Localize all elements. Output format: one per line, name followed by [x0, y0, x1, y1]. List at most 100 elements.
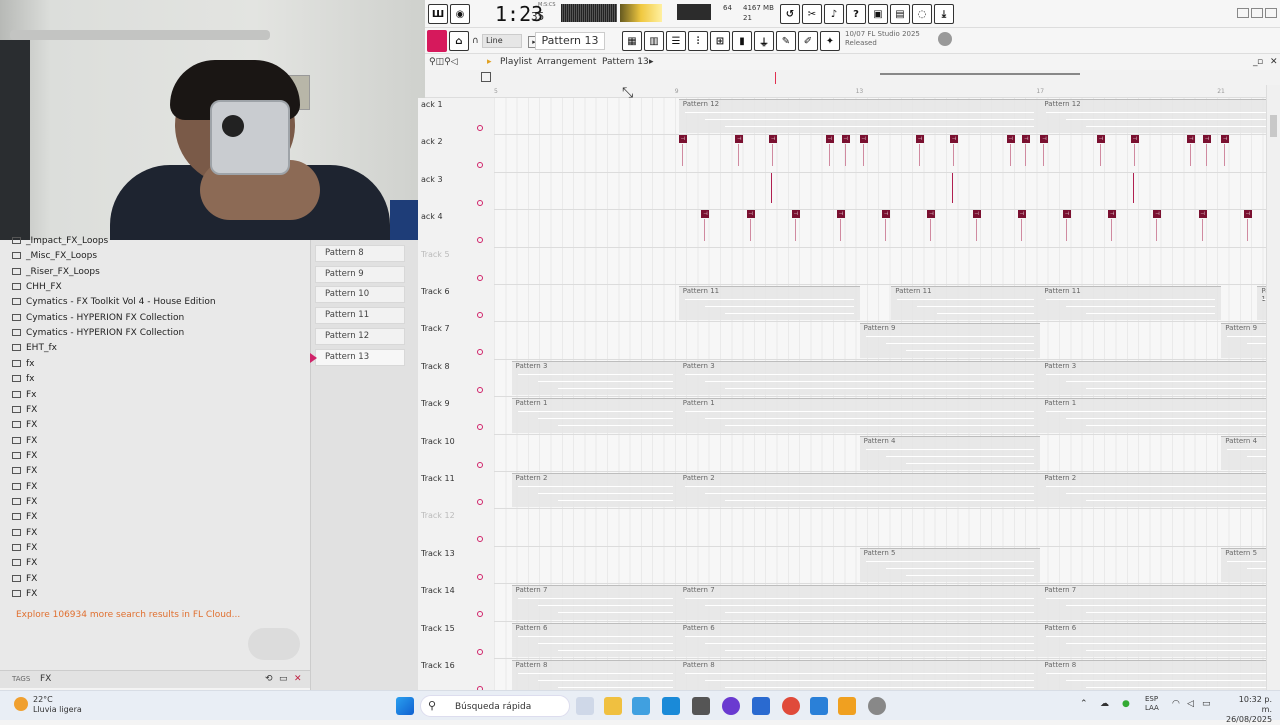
pattern-clip[interactable]: Pattern 3 — [1040, 360, 1275, 396]
track-label[interactable]: Track 8 — [421, 362, 450, 371]
audio-hit[interactable]: ⊣ — [1063, 210, 1071, 219]
audio-hit[interactable]: ⊣ — [791, 210, 800, 219]
audio-hit[interactable]: ⊣ — [1221, 135, 1230, 144]
track-record-icon[interactable] — [477, 386, 483, 393]
pattern-clip[interactable]: Pattern 6 — [511, 622, 679, 657]
horizontal-scrollbar[interactable] — [880, 73, 1080, 75]
track-record-icon[interactable] — [477, 573, 483, 580]
pattern-item[interactable]: Pattern 11 — [315, 307, 405, 325]
audio-hit[interactable]: ⊣ — [1108, 210, 1117, 219]
clock[interactable]: 10:32 p. m. 26/08/2025 — [1226, 695, 1272, 725]
audio-hit[interactable]: ⊣ — [950, 135, 958, 144]
pattern-clip[interactable]: Pattern 7 — [678, 585, 1041, 620]
audio-hit[interactable]: ⊣ — [972, 210, 981, 219]
audio-hit[interactable]: ⊣ — [1017, 210, 1026, 219]
mic-icon[interactable]: ♪ — [824, 4, 844, 24]
marketplace-icon[interactable]: ✦ — [820, 31, 840, 51]
plug-icon[interactable]: ⏚ — [754, 31, 774, 51]
vertical-scrollbar[interactable] — [1266, 85, 1280, 690]
audio-hit[interactable]: ⊣ — [735, 135, 744, 144]
browser-folder[interactable]: FX — [12, 497, 37, 507]
audio-waveform[interactable] — [1132, 172, 1134, 203]
tempo-icon[interactable]: ◉ — [450, 4, 470, 24]
pattern-clip[interactable]: Pattern 11 — [678, 286, 860, 321]
pattern-clip[interactable]: Pattern 1 — [1040, 398, 1275, 433]
audio-hit[interactable]: ⊣ — [916, 135, 925, 144]
track-record-icon[interactable] — [477, 648, 483, 655]
track-record-icon[interactable] — [477, 424, 483, 431]
browser-folder[interactable]: fx — [12, 374, 35, 384]
audio-hit[interactable]: ⊣ — [1203, 135, 1212, 144]
browser-folder[interactable]: FX — [12, 528, 37, 538]
app-icon[interactable] — [752, 697, 770, 715]
pattern-item[interactable]: Pattern 12 — [315, 327, 405, 345]
weather-widget[interactable]: 22°C Lluvia ligera — [33, 695, 82, 715]
browser-folder[interactable]: FX — [12, 420, 37, 430]
pattern-clip[interactable]: Pattern 2 — [1040, 473, 1275, 508]
track-label[interactable]: ack 1 — [421, 100, 443, 109]
audio-hit[interactable]: ⊣ — [1130, 135, 1139, 144]
browser-folder[interactable]: Cymatics - HYPERION FX Collection — [12, 328, 184, 338]
minimize-button[interactable] — [1237, 8, 1249, 18]
browser-folder[interactable]: fx — [12, 359, 35, 369]
pattern-clip[interactable]: Pattern 2 — [678, 473, 1041, 508]
store-icon[interactable] — [692, 697, 710, 715]
browser-folder[interactable]: FX — [12, 512, 37, 522]
audio-hit[interactable]: ⊣ — [825, 135, 834, 144]
track-record-icon[interactable] — [477, 312, 483, 318]
track-label[interactable]: ack 2 — [421, 137, 443, 146]
track-record-icon[interactable] — [477, 125, 483, 131]
restore-button[interactable] — [1251, 8, 1263, 18]
pattern-clip[interactable]: Pattern 7 — [1040, 585, 1275, 620]
browser-folder[interactable]: _Misc_FX_Loops — [12, 251, 97, 261]
breadcrumb-arrangement[interactable]: Arrangement — [537, 57, 596, 67]
close-button[interactable] — [1265, 8, 1277, 18]
pattern-clip[interactable]: Pattern 1 — [511, 398, 679, 433]
edge-icon[interactable] — [662, 697, 680, 715]
weather-icon[interactable] — [14, 697, 28, 711]
browser-search-input[interactable]: FX — [40, 674, 51, 684]
browser-folder[interactable]: FX — [12, 558, 37, 568]
pattern-clip[interactable]: Pattern 11 — [1040, 286, 1222, 321]
audio-hit[interactable]: ⊣ — [746, 210, 755, 219]
battery-icon[interactable]: ▭ — [1202, 699, 1211, 709]
track-record-icon[interactable] — [477, 611, 483, 618]
start-icon[interactable] — [396, 697, 414, 715]
audio-hit[interactable]: ⊣ — [701, 210, 710, 219]
snap-select[interactable]: Line — [482, 34, 522, 48]
channel-rack-icon[interactable]: ☰ — [666, 31, 686, 51]
track-label[interactable]: Track 10 — [421, 437, 455, 446]
audio-hit[interactable]: ⊣ — [769, 135, 778, 144]
tool-mode-button[interactable] — [427, 30, 447, 52]
pattern-clip[interactable]: Pattern 2 — [511, 473, 679, 508]
track-record-icon[interactable] — [477, 536, 483, 543]
metronome-icon[interactable]: ⌂ — [449, 31, 469, 51]
pattern-item[interactable]: Pattern 8 — [315, 245, 405, 262]
track-record-icon[interactable] — [477, 162, 483, 169]
refresh-icon[interactable]: ⟲ — [265, 674, 273, 684]
plugin-icon[interactable]: ▮ — [732, 31, 752, 51]
audio-hit[interactable]: ⊣ — [927, 210, 936, 219]
copilot-icon[interactable] — [632, 697, 650, 715]
pattern-clip[interactable]: Pattern 6 — [1040, 622, 1275, 657]
audio-hit[interactable]: ⊣ — [1040, 135, 1049, 144]
explore-cloud-link[interactable]: Explore 106934 more search results in FL… — [16, 610, 240, 620]
track-record-icon[interactable] — [477, 349, 483, 356]
track-record-icon[interactable] — [477, 461, 483, 468]
audio-hit[interactable]: ⊣ — [859, 135, 868, 144]
pattern-item[interactable]: Pattern 9 — [315, 265, 405, 283]
browser-folder[interactable]: Cymatics - FX Toolkit Vol 4 - House Edit… — [12, 297, 216, 307]
track-label[interactable]: ack 4 — [421, 212, 443, 221]
audio-hit[interactable]: ⊣ — [1096, 135, 1105, 144]
browser-folder[interactable]: FX — [12, 574, 37, 584]
track-label[interactable]: Track 9 — [421, 399, 450, 408]
edit-icon[interactable]: ✐ — [798, 31, 818, 51]
brush-icon[interactable]: ✎ — [776, 31, 796, 51]
audio-waveform[interactable] — [952, 172, 953, 203]
browser-folder[interactable]: CHH_FX — [12, 282, 62, 292]
tray-chevron-icon[interactable]: ⌃ — [1080, 699, 1088, 709]
render-icon[interactable]: ▤ — [890, 4, 910, 24]
browser-icon[interactable]: ⊞ — [710, 31, 730, 51]
track-label[interactable]: Track 12 — [421, 511, 455, 520]
track-label[interactable]: Track 16 — [421, 661, 455, 670]
